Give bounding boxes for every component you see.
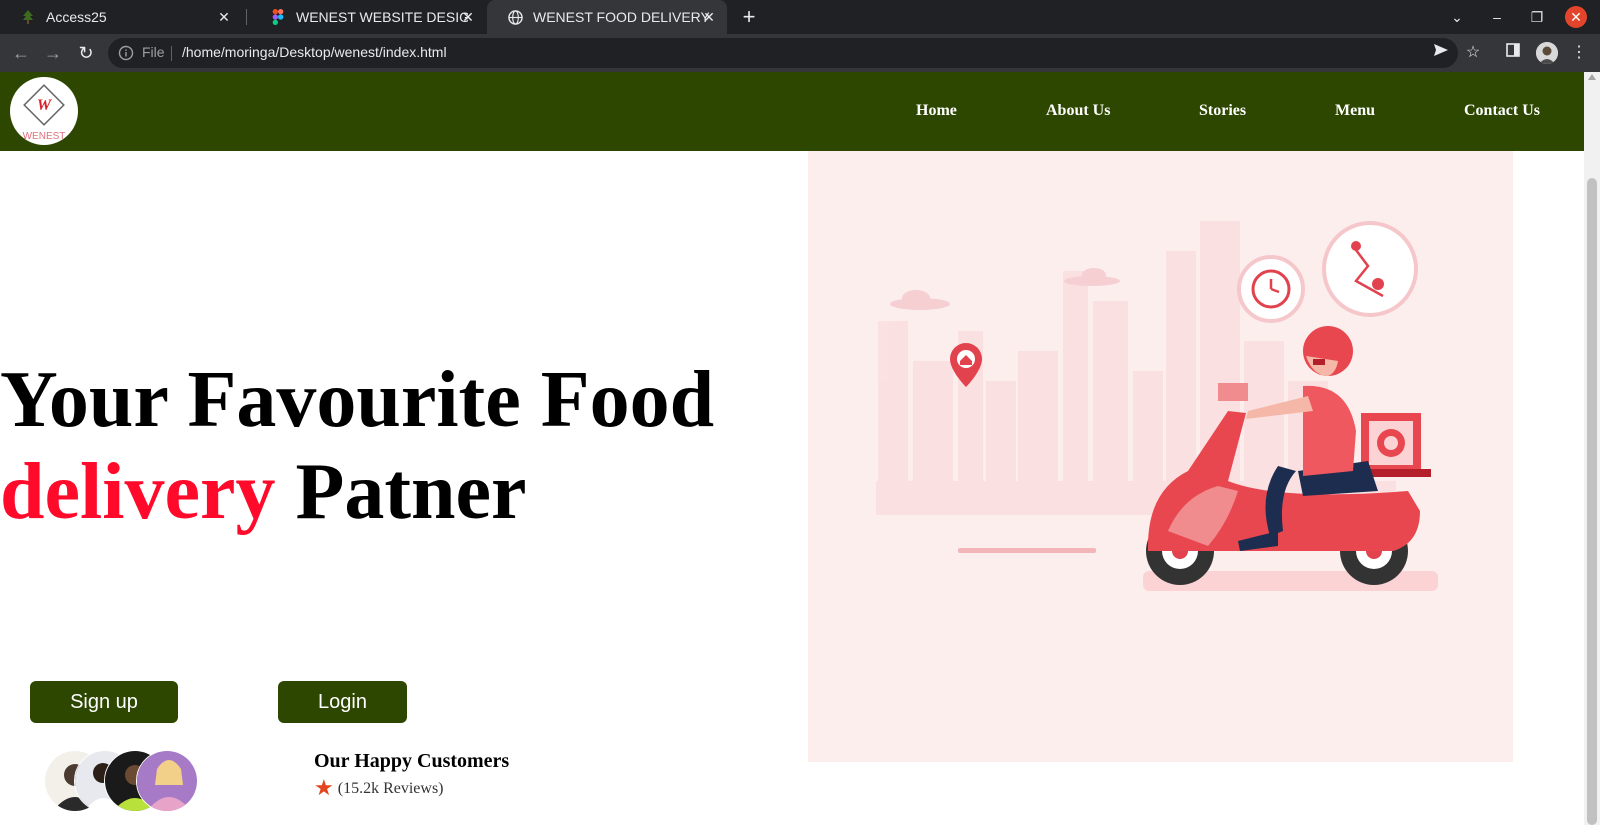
page-viewport: W WENEST Home About Us Stories Menu Cont… — [0, 72, 1584, 825]
bookmark-star-icon[interactable]: ☆ — [1462, 42, 1484, 64]
back-arrow-icon[interactable]: ← — [10, 42, 32, 64]
address-bar[interactable]: File /home/moringa/Desktop/wenest/index.… — [108, 38, 1458, 68]
hero-accent-word: delivery — [0, 448, 276, 536]
tab-divider — [246, 9, 247, 25]
figma-icon — [270, 9, 286, 25]
tab-title: WENEST FOOD DELIVERY — [533, 9, 709, 25]
tab-figma[interactable]: WENEST WEBSITE DESIGN ✕ — [250, 0, 486, 34]
reviews-summary: ★ (15.2k Reviews) — [314, 775, 444, 801]
globe-icon — [507, 9, 523, 25]
close-tab-icon[interactable]: ✕ — [216, 9, 232, 25]
restore-window-button[interactable]: ❐ — [1526, 6, 1548, 28]
wenest-logo[interactable]: W WENEST — [10, 77, 78, 145]
browser-toolbar: ← → ↻ File /home/moringa/Desktop/wenest/… — [0, 34, 1600, 72]
reviews-count: (15.2k Reviews) — [337, 780, 444, 797]
close-tab-icon[interactable]: ✕ — [701, 9, 717, 25]
nav-contact-us[interactable]: Contact Us — [1464, 102, 1540, 120]
tab-search-chevron-icon[interactable]: ⌄ — [1446, 6, 1468, 28]
profile-avatar[interactable] — [1536, 42, 1558, 64]
url-text[interactable]: /home/moringa/Desktop/wenest/index.html — [182, 44, 447, 60]
customer-avatar — [136, 750, 198, 812]
svg-text:W: W — [37, 97, 53, 114]
side-panel-icon[interactable] — [1502, 42, 1524, 64]
nav-stories[interactable]: Stories — [1199, 102, 1246, 120]
tab-access25[interactable]: Access25 ✕ — [0, 0, 242, 34]
login-button[interactable]: Login — [278, 681, 407, 723]
delivery-illustration — [808, 151, 1513, 762]
nav-menu[interactable]: Menu — [1335, 102, 1375, 120]
nav-home[interactable]: Home — [916, 102, 957, 120]
site-navbar: W WENEST Home About Us Stories Menu Cont… — [0, 72, 1584, 151]
minimize-window-button[interactable]: – — [1486, 6, 1508, 28]
customer-avatars — [44, 750, 204, 812]
forward-arrow-icon[interactable]: → — [42, 42, 64, 64]
reload-icon[interactable]: ↻ — [75, 42, 97, 64]
happy-customers-title: Our Happy Customers — [314, 750, 510, 772]
new-tab-button[interactable]: + — [738, 6, 760, 28]
close-tab-icon[interactable]: ✕ — [460, 9, 476, 25]
menu-kebab-icon[interactable]: ⋮ — [1568, 42, 1590, 64]
tree-icon — [20, 9, 36, 25]
hero-line-1: Your Favourite Food — [0, 356, 715, 444]
hero-line-2-rest: Patner — [275, 448, 527, 536]
browser-tab-strip: Access25 ✕ WENEST WEBSITE DESIGN ✕ WENES… — [0, 0, 1600, 34]
address-divider — [171, 46, 172, 61]
send-share-icon[interactable] — [1430, 42, 1452, 64]
hero-line-2: delivery Patner — [0, 446, 714, 538]
tab-title: WENEST WEBSITE DESIGN — [296, 9, 468, 25]
nav-about-us[interactable]: About Us — [1046, 102, 1110, 120]
hero-headline: Your Favourite Food delivery Patner — [0, 354, 714, 538]
close-window-button[interactable]: ✕ — [1565, 6, 1587, 28]
url-scheme-label: File — [142, 44, 165, 60]
signup-button[interactable]: Sign up — [30, 681, 178, 723]
tab-wenest-active[interactable]: WENEST FOOD DELIVERY ✕ — [487, 0, 727, 34]
logo-wordmark: WENEST — [23, 131, 66, 142]
scroll-up-arrow-icon[interactable] — [1588, 74, 1596, 80]
star-icon: ★ — [314, 775, 334, 800]
scrollbar-thumb[interactable] — [1587, 178, 1597, 825]
info-icon[interactable] — [118, 45, 134, 61]
tab-title: Access25 — [46, 9, 107, 25]
